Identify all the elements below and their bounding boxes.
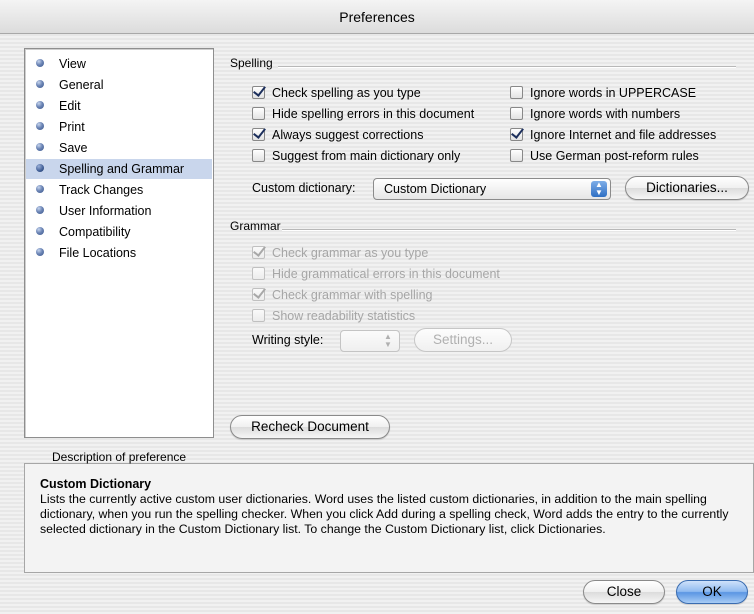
ignore-numbers-checkbox[interactable]: Ignore words with numbers	[510, 104, 680, 124]
sidebar-item-spelling-and-grammar[interactable]: Spelling and Grammar	[26, 159, 212, 179]
writing-style-label: Writing style:	[252, 333, 324, 347]
settings-button[interactable]: Settings...	[414, 328, 512, 352]
checkbox-box[interactable]	[252, 107, 265, 121]
checkbox-box[interactable]	[252, 288, 265, 302]
writing-style-select[interactable]: ▲ ▼	[340, 330, 400, 352]
bullet-icon	[36, 248, 44, 256]
bullet-icon	[36, 143, 44, 151]
sidebar-item-track-changes[interactable]: Track Changes	[26, 180, 212, 200]
checkbox-box[interactable]	[252, 86, 265, 100]
german-post-reform-checkbox[interactable]: Use German post-reform rules	[510, 146, 699, 166]
description-body: Lists the currently active custom user d…	[40, 492, 729, 536]
checkbox-box[interactable]	[510, 149, 523, 163]
checkbox-box[interactable]	[252, 128, 265, 142]
sidebar-item-edit[interactable]: Edit	[26, 96, 212, 116]
bullet-icon	[36, 164, 44, 172]
always-suggest-corrections-checkbox[interactable]: Always suggest corrections	[252, 125, 423, 145]
custom-dictionary-value: Custom Dictionary	[384, 182, 487, 196]
check-grammar-as-you-type-checkbox[interactable]: Check grammar as you type	[252, 243, 428, 263]
show-readability-statistics-checkbox[interactable]: Show readability statistics	[252, 306, 415, 326]
sidebar-item-view[interactable]: View	[26, 54, 212, 74]
ignore-internet-addresses-checkbox[interactable]: Ignore Internet and file addresses	[510, 125, 716, 145]
checkbox-box[interactable]	[252, 149, 265, 163]
bullet-icon	[36, 185, 44, 193]
preferences-category-list[interactable]: View General Edit Print Save Spelling an…	[24, 48, 214, 438]
sidebar-item-user-information[interactable]: User Information	[26, 201, 212, 221]
sidebar-item-general[interactable]: General	[26, 75, 212, 95]
bullet-icon	[36, 227, 44, 235]
updown-arrows-icon: ▲ ▼	[384, 332, 392, 349]
custom-dictionary-select[interactable]: Custom Dictionary ▲ ▼	[373, 178, 611, 200]
bullet-icon	[36, 206, 44, 214]
spelling-group-divider	[278, 66, 736, 68]
bullet-icon	[36, 122, 44, 130]
checkbox-box[interactable]	[252, 309, 265, 323]
updown-arrows-icon: ▲ ▼	[591, 181, 607, 197]
recheck-document-button[interactable]: Recheck Document	[230, 415, 390, 439]
checkbox-box[interactable]	[510, 128, 523, 142]
checkbox-box[interactable]	[252, 267, 265, 281]
sidebar-item-print[interactable]: Print	[26, 117, 212, 137]
suggest-main-dictionary-only-checkbox[interactable]: Suggest from main dictionary only	[252, 146, 460, 166]
description-heading: Custom Dictionary	[40, 477, 152, 491]
bullet-icon	[36, 101, 44, 109]
checkbox-box[interactable]	[252, 246, 265, 260]
sidebar-item-save[interactable]: Save	[26, 138, 212, 158]
checkbox-box[interactable]	[510, 107, 523, 121]
checkbox-box[interactable]	[510, 86, 523, 100]
grammar-group-divider	[282, 229, 736, 231]
hide-grammatical-errors-checkbox[interactable]: Hide grammatical errors in this document	[252, 264, 500, 284]
bullet-icon	[36, 80, 44, 88]
sidebar-item-file-locations[interactable]: File Locations	[26, 243, 212, 263]
window-title: Preferences	[339, 9, 415, 25]
grammar-group-title: Grammar	[230, 219, 281, 233]
spelling-group-title: Spelling	[230, 56, 273, 70]
ignore-uppercase-checkbox[interactable]: Ignore words in UPPERCASE	[510, 83, 696, 103]
close-button[interactable]: Close	[583, 580, 665, 604]
sidebar-item-compatibility[interactable]: Compatibility	[26, 222, 212, 242]
bullet-icon	[36, 59, 44, 67]
window-titlebar: Preferences	[0, 0, 754, 34]
custom-dictionary-label: Custom dictionary:	[252, 181, 356, 195]
check-grammar-with-spelling-checkbox[interactable]: Check grammar with spelling	[252, 285, 432, 305]
hide-spelling-errors-checkbox[interactable]: Hide spelling errors in this document	[252, 104, 474, 124]
ok-button[interactable]: OK	[676, 580, 748, 604]
check-spelling-as-you-type-checkbox[interactable]: Check spelling as you type	[252, 83, 421, 103]
dictionaries-button[interactable]: Dictionaries...	[625, 176, 749, 200]
description-legend: Description of preference	[52, 450, 187, 464]
